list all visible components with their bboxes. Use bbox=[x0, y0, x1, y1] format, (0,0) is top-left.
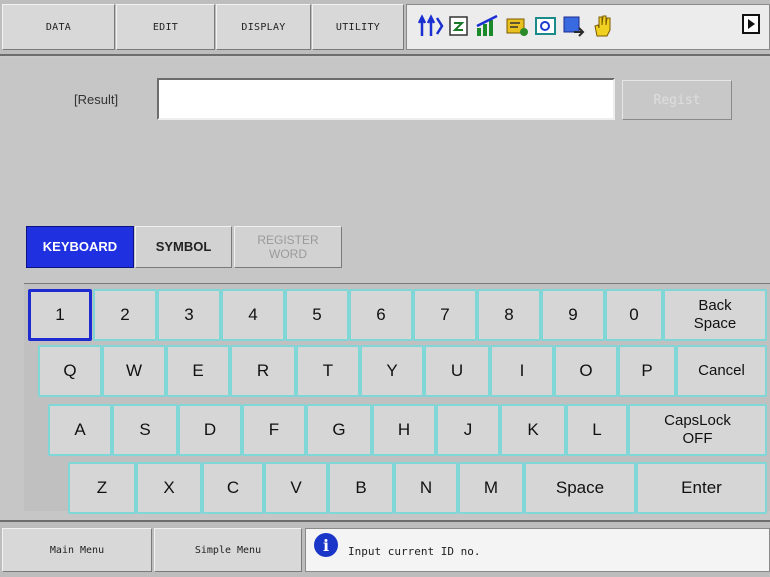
key-6[interactable]: 6 bbox=[349, 289, 413, 341]
result-input[interactable] bbox=[157, 78, 615, 120]
capslock-key[interactable]: CapsLock OFF bbox=[628, 404, 767, 456]
space-key[interactable]: Space bbox=[524, 462, 636, 514]
regist-button[interactable]: Regist bbox=[622, 80, 732, 120]
camera-icon[interactable] bbox=[534, 14, 558, 36]
key-1[interactable]: 1 bbox=[28, 289, 92, 341]
key-v[interactable]: V bbox=[264, 462, 328, 514]
key-f[interactable]: F bbox=[242, 404, 306, 456]
key-3[interactable]: 3 bbox=[157, 289, 221, 341]
message-text: Input current ID no. bbox=[348, 545, 481, 558]
key-0[interactable]: 0 bbox=[605, 289, 663, 341]
key-s[interactable]: S bbox=[112, 404, 178, 456]
key-h[interactable]: H bbox=[372, 404, 436, 456]
menu-tab-display[interactable]: DISPLAY bbox=[216, 4, 311, 50]
key-5[interactable]: 5 bbox=[285, 289, 349, 341]
tab-register-word[interactable]: REGISTER WORD bbox=[234, 226, 342, 268]
signal-chart-icon[interactable] bbox=[475, 14, 499, 36]
result-label: [Result] bbox=[74, 92, 119, 107]
key-m[interactable]: M bbox=[458, 462, 524, 514]
info-icon: i bbox=[314, 533, 338, 557]
key-2[interactable]: 2 bbox=[93, 289, 157, 341]
key-o[interactable]: O bbox=[554, 345, 618, 397]
key-b[interactable]: B bbox=[328, 462, 394, 514]
key-4[interactable]: 4 bbox=[221, 289, 285, 341]
key-q[interactable]: Q bbox=[38, 345, 102, 397]
key-c[interactable]: C bbox=[202, 462, 264, 514]
key-7[interactable]: 7 bbox=[413, 289, 477, 341]
tab-register-line1: REGISTER bbox=[257, 233, 319, 247]
simple-menu-button[interactable]: Simple Menu bbox=[154, 528, 302, 572]
key-p[interactable]: P bbox=[618, 345, 676, 397]
clipboard-icon[interactable] bbox=[447, 14, 471, 36]
key-j[interactable]: J bbox=[436, 404, 500, 456]
menu-tab-edit[interactable]: EDIT bbox=[116, 4, 215, 50]
key-9[interactable]: 9 bbox=[541, 289, 605, 341]
backspace-key-line2: Space bbox=[693, 315, 737, 332]
key-t[interactable]: T bbox=[296, 345, 360, 397]
backspace-key[interactable]: Back Space bbox=[663, 289, 767, 341]
play-icon[interactable] bbox=[742, 14, 766, 36]
capslock-key-line1: CapsLock bbox=[664, 412, 731, 429]
key-n[interactable]: N bbox=[394, 462, 458, 514]
key-r[interactable]: R bbox=[230, 345, 296, 397]
capslock-key-line2: OFF bbox=[682, 430, 713, 447]
hand-icon[interactable] bbox=[590, 14, 614, 37]
menu-tab-data[interactable]: DATA bbox=[2, 4, 115, 50]
tab-symbol[interactable]: SYMBOL bbox=[135, 226, 232, 268]
menu-tab-utility[interactable]: UTILITY bbox=[312, 4, 404, 50]
key-x[interactable]: X bbox=[136, 462, 202, 514]
key-d[interactable]: D bbox=[178, 404, 242, 456]
key-w[interactable]: W bbox=[102, 345, 166, 397]
key-l[interactable]: L bbox=[566, 404, 628, 456]
export-icon[interactable] bbox=[562, 14, 586, 37]
key-8[interactable]: 8 bbox=[477, 289, 541, 341]
key-e[interactable]: E bbox=[166, 345, 230, 397]
main-menu-button[interactable]: Main Menu bbox=[2, 528, 152, 572]
key-g[interactable]: G bbox=[306, 404, 372, 456]
key-z[interactable]: Z bbox=[68, 462, 136, 514]
key-u[interactable]: U bbox=[424, 345, 490, 397]
cancel-key[interactable]: Cancel bbox=[676, 345, 767, 397]
tab-register-line2: WORD bbox=[269, 247, 307, 261]
key-k[interactable]: K bbox=[500, 404, 566, 456]
program-icon[interactable] bbox=[504, 14, 528, 36]
shift-arrows-icon[interactable] bbox=[417, 14, 444, 36]
enter-key[interactable]: Enter bbox=[636, 462, 767, 514]
key-a[interactable]: A bbox=[48, 404, 112, 456]
key-i[interactable]: I bbox=[490, 345, 554, 397]
key-y[interactable]: Y bbox=[360, 345, 424, 397]
backspace-key-line1: Back bbox=[698, 297, 732, 314]
tab-keyboard[interactable]: KEYBOARD bbox=[26, 226, 134, 268]
